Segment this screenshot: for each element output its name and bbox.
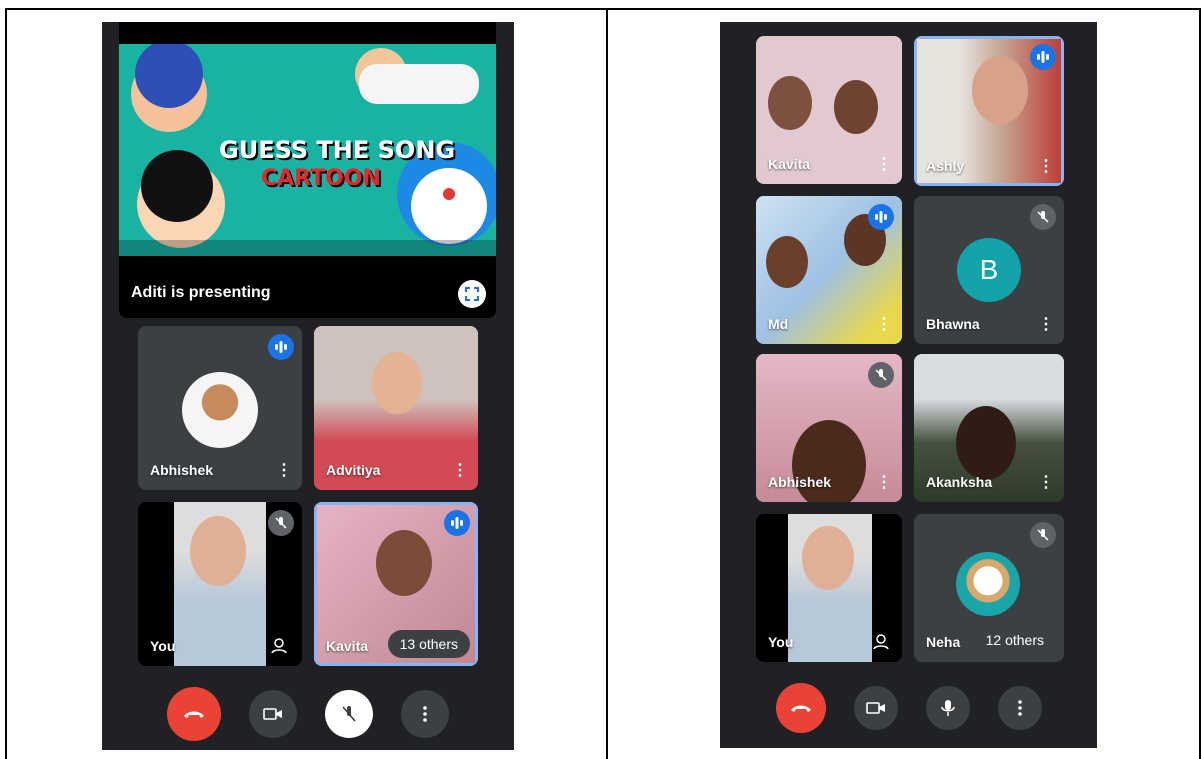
more-options-button[interactable]: ⋮ <box>276 462 292 480</box>
effects-icon[interactable] <box>872 632 890 650</box>
mic-off-icon <box>1037 529 1049 541</box>
mic-off-icon <box>875 369 887 381</box>
more-options-button[interactable]: ⋮ <box>1038 316 1054 334</box>
end-call-button[interactable] <box>775 683 826 733</box>
presentation-tile[interactable]: GUESS THE SONG CARTOON Aditi is presenti… <box>119 22 496 318</box>
end-call-button[interactable] <box>167 687 221 741</box>
video-title-line-2: CARTOON <box>261 166 381 191</box>
participant-tile-you[interactable]: You <box>138 502 302 666</box>
end-call-icon <box>790 705 811 712</box>
participant-face <box>956 406 1016 480</box>
avatar <box>182 372 258 448</box>
more-options-button[interactable]: ⋮ <box>876 156 892 174</box>
muted-indicator <box>268 510 294 536</box>
participant-face <box>768 76 812 130</box>
speaking-indicator <box>868 204 894 230</box>
audio-wave-icon <box>451 517 463 529</box>
participant-name: Neha <box>926 634 961 650</box>
more-options-button[interactable]: ⋮ <box>876 316 892 334</box>
muted-indicator <box>1030 522 1056 548</box>
meet-screenshot-right: Kavita ⋮ Ashly ⋮ Md ⋮ B Bhawna ⋮ Abhishe… <box>720 22 1097 748</box>
participant-face <box>834 80 878 134</box>
more-options-button[interactable] <box>401 690 449 738</box>
effects-icon[interactable] <box>270 636 288 654</box>
more-options-button[interactable] <box>997 686 1042 730</box>
microphone-button[interactable] <box>925 686 970 730</box>
participant-face <box>372 352 422 414</box>
participant-face <box>766 236 808 288</box>
avatar: B <box>957 238 1021 302</box>
participant-name: Abhishek <box>150 462 214 478</box>
mic-off-icon <box>275 517 287 529</box>
more-vert-icon <box>423 706 427 722</box>
speaking-indicator <box>444 510 470 536</box>
participant-tile-abhishek[interactable]: Abhishek ⋮ <box>756 354 902 502</box>
video-title-line-1: GUESS THE SONG <box>219 136 456 164</box>
participant-tile-bhawna[interactable]: B Bhawna ⋮ <box>914 196 1064 344</box>
speaking-indicator <box>1030 44 1056 70</box>
participant-name: Abhishek <box>768 474 832 490</box>
participant-face <box>802 526 854 590</box>
participant-name: You <box>768 634 794 650</box>
participant-tile-advitiya[interactable]: Advitiya ⋮ <box>314 326 478 490</box>
participant-name: Akanksha <box>926 474 993 490</box>
participant-tile-kavita[interactable]: Kavita 13 others <box>314 502 478 666</box>
participant-tile-md[interactable]: Md ⋮ <box>756 196 902 344</box>
participant-tile-you[interactable]: You <box>756 514 902 662</box>
video-camera-icon <box>865 702 885 714</box>
more-options-button[interactable]: ⋮ <box>1038 158 1054 176</box>
more-options-button[interactable]: ⋮ <box>452 462 468 480</box>
meet-screenshot-left: GUESS THE SONG CARTOON Aditi is presenti… <box>102 22 514 750</box>
microphone-button[interactable] <box>325 690 373 738</box>
call-controls <box>102 678 514 750</box>
participant-tile-neha[interactable]: Neha 12 others <box>914 514 1064 662</box>
participant-name: Kavita <box>768 156 811 172</box>
mic-icon <box>940 700 955 716</box>
call-controls <box>720 672 1097 744</box>
participant-face <box>190 516 246 586</box>
presentation-content: GUESS THE SONG CARTOON <box>119 40 496 256</box>
audio-wave-icon <box>875 211 887 223</box>
participant-tile-akanksha[interactable]: Akanksha ⋮ <box>914 354 1064 502</box>
participant-face <box>376 530 432 596</box>
participant-tile-ashly[interactable]: Ashly ⋮ <box>914 36 1064 186</box>
end-call-icon <box>184 711 204 718</box>
others-count-pill[interactable]: 12 others <box>973 626 1056 654</box>
participant-name: Advitiya <box>326 462 381 478</box>
mic-off-icon <box>1037 211 1049 223</box>
more-options-button[interactable]: ⋮ <box>876 474 892 492</box>
fullscreen-button[interactable] <box>458 280 486 308</box>
participant-tile-abhishek[interactable]: Abhishek ⋮ <box>138 326 302 490</box>
participant-name: Kavita <box>326 638 369 654</box>
audio-wave-icon <box>275 341 287 353</box>
avatar <box>956 552 1020 616</box>
participant-name: Md <box>768 316 789 332</box>
audio-wave-icon <box>1037 51 1049 63</box>
participant-tile-kavita[interactable]: Kavita ⋮ <box>756 36 902 184</box>
others-count-pill[interactable]: 13 others <box>387 630 470 658</box>
table-divider <box>606 8 608 759</box>
muted-indicator <box>1030 204 1056 230</box>
camera-button[interactable] <box>853 686 898 730</box>
presenting-label: Aditi is presenting <box>131 284 271 301</box>
video-camera-icon <box>263 708 282 720</box>
participant-name: Ashly <box>926 158 965 174</box>
fullscreen-icon <box>465 287 479 301</box>
mic-off-icon <box>342 706 356 722</box>
participant-face <box>972 56 1028 124</box>
more-options-button[interactable]: ⋮ <box>1038 474 1054 492</box>
participant-name: You <box>150 638 176 654</box>
more-vert-icon <box>1017 700 1022 716</box>
muted-indicator <box>868 362 894 388</box>
speaking-indicator <box>268 334 294 360</box>
participant-name: Bhawna <box>926 316 980 332</box>
camera-button[interactable] <box>249 690 297 738</box>
